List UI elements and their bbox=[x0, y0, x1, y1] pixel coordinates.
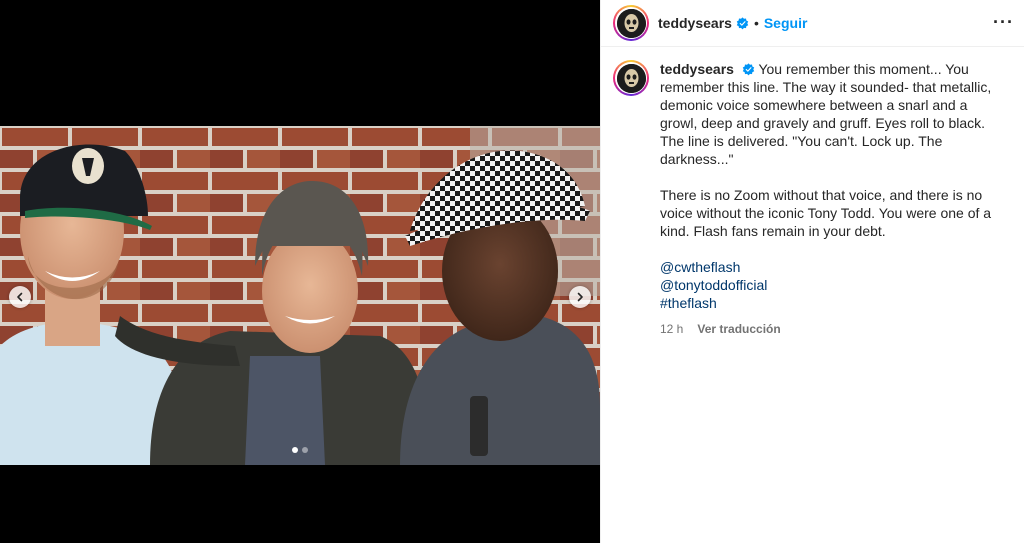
caption-text-paragraph-2: There is no Zoom without that voice, and… bbox=[660, 187, 995, 239]
chevron-left-icon bbox=[17, 292, 23, 302]
follow-button[interactable]: Seguir bbox=[764, 15, 808, 31]
author-username[interactable]: teddysears bbox=[658, 15, 732, 31]
post-header: teddysears • Seguir ··· bbox=[601, 0, 1024, 47]
post-caption-row: teddysears You remember this moment... Y… bbox=[601, 47, 1024, 338]
caption-meta: 12 h Ver traducción bbox=[660, 320, 1008, 338]
caption-username[interactable]: teddysears bbox=[660, 61, 734, 77]
carousel-indicator bbox=[0, 447, 600, 453]
verified-badge-icon bbox=[736, 16, 749, 29]
chevron-right-icon bbox=[577, 292, 583, 302]
post-media-panel bbox=[0, 0, 600, 543]
post-side-panel: teddysears • Seguir ··· teddysears You r… bbox=[600, 0, 1024, 543]
caption-avatar[interactable] bbox=[613, 60, 649, 96]
post-photo bbox=[0, 126, 600, 465]
mention-link-cwtheflash[interactable]: @cwtheflash bbox=[660, 258, 1008, 276]
verified-badge-icon bbox=[742, 63, 755, 76]
carousel-dot bbox=[302, 447, 308, 453]
more-options-icon[interactable]: ··· bbox=[993, 13, 1014, 31]
carousel-prev-button[interactable] bbox=[9, 286, 31, 308]
carousel-next-button[interactable] bbox=[569, 286, 591, 308]
see-translation-button[interactable]: Ver traducción bbox=[697, 320, 780, 338]
header-separator: • bbox=[753, 15, 759, 31]
avatar-image bbox=[616, 63, 646, 93]
hashtag-link-theflash[interactable]: #theflash bbox=[660, 294, 1008, 312]
avatar-image bbox=[616, 8, 646, 38]
post-caption: teddysears You remember this moment... Y… bbox=[660, 60, 1008, 338]
carousel-dot-active bbox=[292, 447, 298, 453]
mention-link-tonytoddofficial[interactable]: @tonytoddofficial bbox=[660, 276, 1008, 294]
post-timestamp: 12 h bbox=[660, 322, 684, 336]
avatar[interactable] bbox=[613, 5, 649, 41]
